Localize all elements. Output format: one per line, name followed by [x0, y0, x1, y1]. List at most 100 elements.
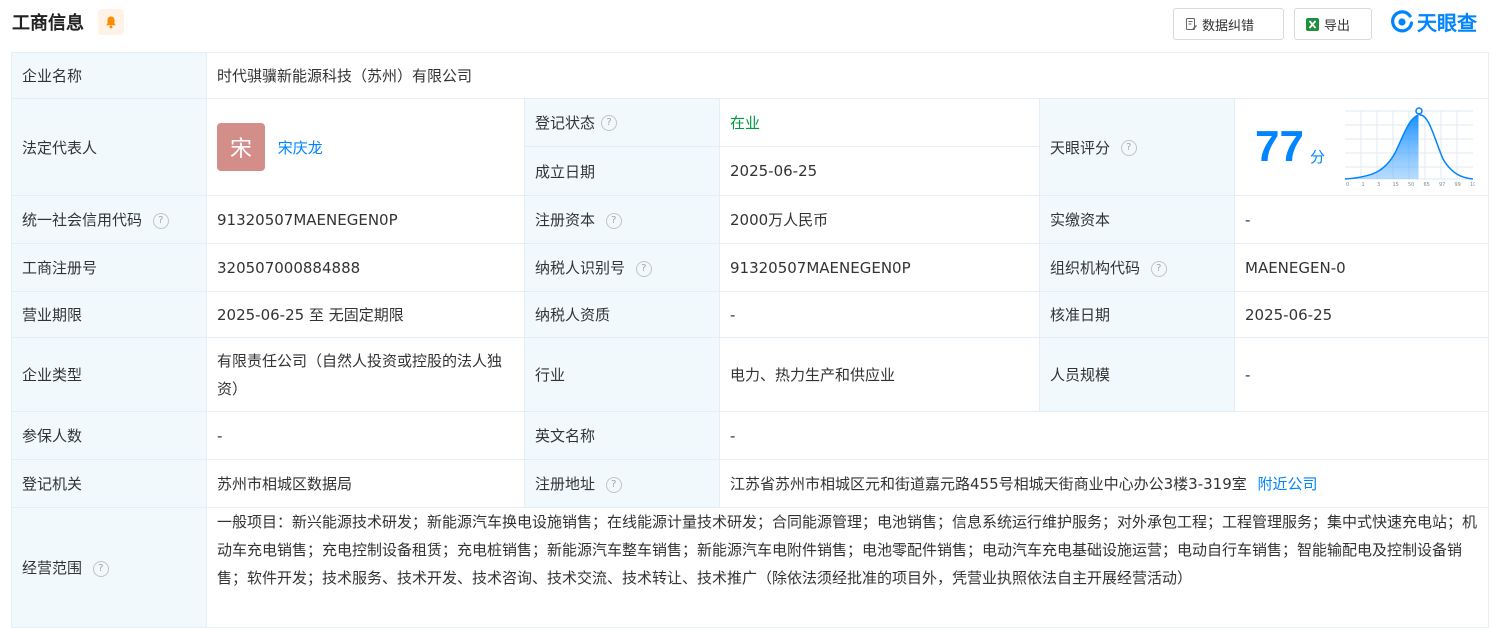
value-approval-date: 2025-06-25 — [1234, 291, 1489, 338]
label-org-code-cell: 组织机构代码 ? — [1039, 243, 1235, 292]
label-insured: 参保人数 — [11, 411, 207, 460]
x-tick-label: 100 — [1470, 182, 1475, 187]
value-paid-capital: - — [1234, 195, 1489, 244]
label-company-name: 企业名称 — [11, 52, 207, 99]
excel-icon — [1306, 17, 1319, 31]
tianyan-score-cell[interactable]: 77 分 0 1 3 15 50 65 97 99 1 — [1234, 98, 1489, 196]
tianyan-score: 77 分 0 1 3 15 50 65 97 99 1 — [1255, 107, 1488, 187]
value-taxpayer-id: 91320507MAENEGEN0P — [719, 243, 1040, 292]
value-reg-number: 320507000884888 — [206, 243, 525, 292]
label-business-scope: 经营范围 — [22, 559, 83, 577]
label-tianyan-score-cell: 天眼评分 ? — [1039, 98, 1235, 196]
value-status-date-cell: 在业 2025-06-25 — [719, 98, 1040, 196]
nearby-companies-link[interactable]: 附近公司 — [1258, 475, 1318, 493]
label-reg-address: 注册地址 — [535, 475, 596, 493]
label-status-date-cell: 登记状态 ? 成立日期 — [524, 98, 720, 196]
score-marker — [1415, 107, 1423, 115]
value-insured: - — [206, 411, 525, 460]
help-icon[interactable]: ? — [92, 560, 109, 577]
label-taxpayer-qual: 纳税人资质 — [524, 291, 720, 338]
value-reg-capital: 2000万人民币 — [719, 195, 1040, 244]
bell-icon[interactable] — [98, 9, 124, 35]
legal-rep-cell: 宋 宋庆龙 — [206, 98, 525, 196]
label-found-date: 成立日期 — [535, 162, 596, 181]
help-icon[interactable]: ? — [635, 260, 652, 277]
edit-doc-icon — [1186, 18, 1197, 30]
data-correction-button[interactable]: 数据纠错 — [1173, 8, 1284, 40]
label-english-name: 英文名称 — [524, 411, 720, 460]
x-tick-label: 0 — [1346, 182, 1349, 187]
label-reg-capital: 注册资本 — [535, 211, 596, 229]
bell-glyph — [106, 16, 116, 29]
x-tick-label: 65 — [1423, 182, 1429, 187]
row-legal-rep: 法定代表人 宋 宋庆龙 登记状态 ? 成立日期 在业 2025-06-25 天眼… — [11, 98, 1489, 196]
label-tianyan-score: 天眼评分 — [1050, 138, 1111, 157]
value-reg-authority: 苏州市相城区数据局 — [206, 459, 525, 508]
score-unit: 分 — [1309, 147, 1325, 166]
label-credit-code: 统一社会信用代码 — [22, 211, 143, 229]
value-business-term: 2025-06-25 至 无固定期限 — [206, 291, 525, 338]
x-tick-label: 99 — [1454, 182, 1460, 187]
label-business-scope-cell: 经营范围 ? — [11, 507, 207, 628]
avatar[interactable]: 宋 — [217, 123, 265, 171]
business-info-table: 企业名称 时代骐骥新能源科技（苏州）有限公司 法定代表人 宋 宋庆龙 登记状态 … — [11, 52, 1489, 628]
help-icon[interactable]: ? — [605, 212, 622, 229]
score-number: 77 — [1255, 122, 1304, 171]
label-approval-date: 核准日期 — [1039, 291, 1235, 338]
row-company-type: 企业类型 有限责任公司（自然人投资或控股的法人独资） 行业 电力、热力生产和供应… — [11, 337, 1489, 412]
value-industry: 电力、热力生产和供应业 — [719, 337, 1040, 412]
label-reg-status: 登记状态 ? — [525, 100, 719, 147]
label-reg-number: 工商注册号 — [11, 243, 207, 292]
help-icon[interactable]: ? — [1120, 140, 1137, 156]
row-business-scope: 经营范围 ? 一般项目：新兴能源技术研发；新能源汽车换电设施销售；在线能源计量技… — [11, 507, 1489, 628]
help-icon[interactable]: ? — [601, 114, 618, 131]
value-company-type: 有限责任公司（自然人投资或控股的法人独资） — [206, 337, 525, 412]
value-english-name: - — [719, 411, 1489, 460]
x-tick-label: 50 — [1408, 182, 1414, 187]
x-tick-label: 15 — [1392, 182, 1398, 187]
row-credit-code: 统一社会信用代码 ? 91320507MAENEGEN0P 注册资本 ? 200… — [11, 195, 1489, 244]
label-business-term: 营业期限 — [11, 291, 207, 338]
value-reg-address-cell: 江苏省苏州市相城区元和街道嘉元路455号相城天街商业中心办公3楼3-319室 附… — [719, 459, 1489, 508]
legal-rep-link[interactable]: 宋庆龙 — [278, 139, 323, 157]
x-tick-label: 1 — [1361, 182, 1364, 187]
label-reg-authority: 登记机关 — [11, 459, 207, 508]
score-distribution-chart: 0 1 3 15 50 65 97 99 100 — [1344, 107, 1475, 187]
row-company-name: 企业名称 时代骐骥新能源科技（苏州）有限公司 — [11, 52, 1489, 99]
label-taxpayer-id-cell: 纳税人识别号 ? — [524, 243, 720, 292]
value-business-scope: 一般项目：新兴能源技术研发；新能源汽车换电设施销售；在线能源计量技术研发；合同能… — [206, 507, 1489, 628]
label-industry: 行业 — [524, 337, 720, 412]
help-icon[interactable]: ? — [152, 212, 169, 229]
tianyancha-logo: 天眼查 — [1390, 7, 1477, 36]
row-reg-number: 工商注册号 320507000884888 纳税人识别号 ? 91320507M… — [11, 243, 1489, 292]
row-business-term: 营业期限 2025-06-25 至 无固定期限 纳税人资质 - 核准日期 202… — [11, 291, 1489, 338]
help-icon[interactable]: ? — [605, 476, 622, 493]
eye-logo-icon — [1391, 9, 1414, 32]
export-button[interactable]: 导出 — [1294, 8, 1372, 40]
value-taxpayer-qual: - — [719, 291, 1040, 338]
x-tick-label: 3 — [1377, 182, 1380, 187]
chart-x-ticks: 0 1 3 15 50 65 97 99 100 — [1346, 182, 1475, 187]
label-reg-status-text: 登记状态 — [535, 114, 596, 132]
value-org-code: MAENEGEN-0 — [1234, 243, 1489, 292]
value-found-date: 2025-06-25 — [730, 162, 818, 180]
help-icon[interactable]: ? — [1150, 260, 1167, 277]
value-staff-size: - — [1234, 337, 1489, 412]
label-org-code: 组织机构代码 — [1050, 259, 1141, 277]
label-reg-address-cell: 注册地址 ? — [524, 459, 720, 508]
row-insured: 参保人数 - 英文名称 - — [11, 411, 1489, 460]
label-paid-capital: 实缴资本 — [1039, 195, 1235, 244]
section-header: 工商信息 数据纠错 导出 天眼查 — [0, 0, 1491, 46]
status-badge: 在业 — [720, 100, 1039, 147]
export-label: 导出 — [1324, 18, 1351, 34]
value-reg-address: 江苏省苏州市相城区元和街道嘉元路455号相城天街商业中心办公3楼3-319室 — [730, 475, 1247, 493]
section-title: 工商信息 — [12, 13, 84, 34]
data-correction-label: 数据纠错 — [1202, 18, 1255, 34]
label-reg-capital-cell: 注册资本 ? — [524, 195, 720, 244]
label-credit-code-cell: 统一社会信用代码 ? — [11, 195, 207, 244]
label-company-type: 企业类型 — [11, 337, 207, 412]
x-tick-label: 97 — [1439, 182, 1445, 187]
value-credit-code: 91320507MAENEGEN0P — [206, 195, 525, 244]
row-reg-authority: 登记机关 苏州市相城区数据局 注册地址 ? 江苏省苏州市相城区元和街道嘉元路45… — [11, 459, 1489, 508]
value-company-name: 时代骐骥新能源科技（苏州）有限公司 — [206, 52, 1489, 99]
